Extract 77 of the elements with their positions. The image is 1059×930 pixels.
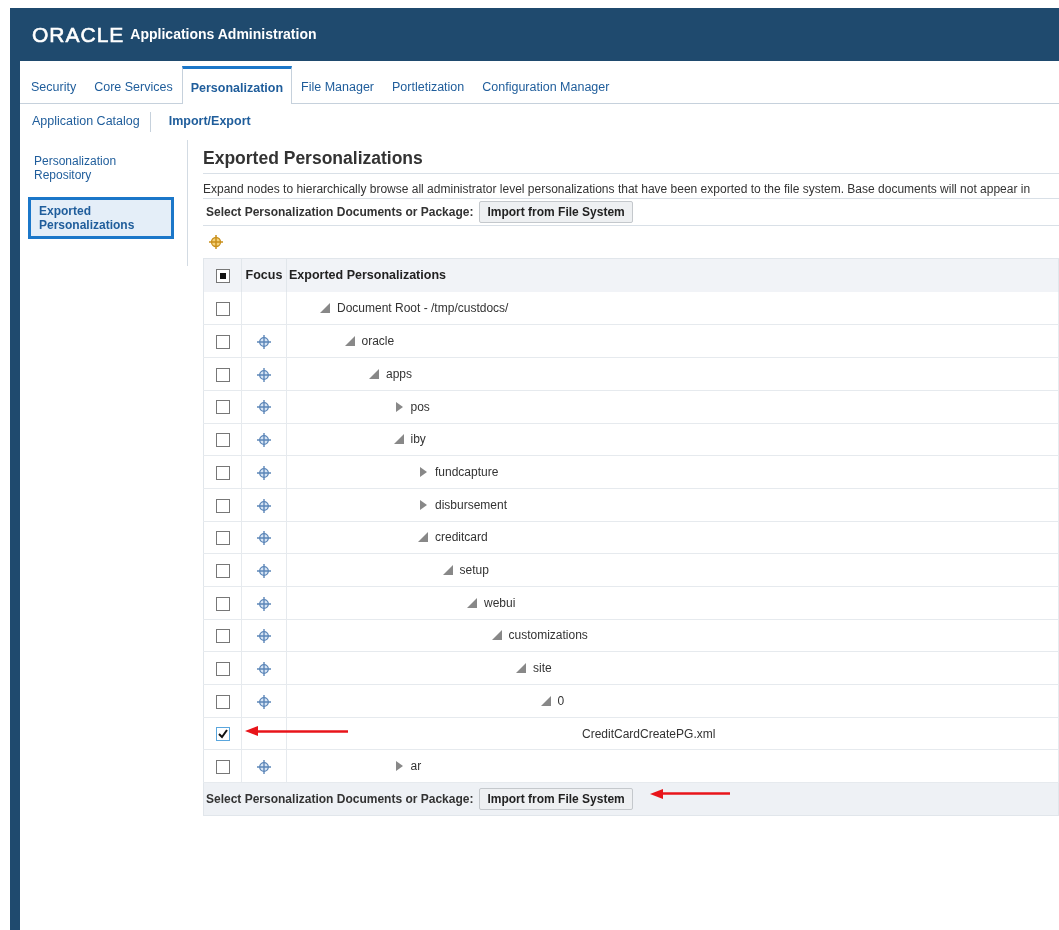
- tree-node-label[interactable]: Document Root - /tmp/custdocs/: [337, 299, 509, 318]
- checkbox[interactable]: [215, 400, 230, 415]
- tree-node-label[interactable]: setup: [459, 561, 489, 580]
- import-button[interactable]: Import from File System: [479, 200, 633, 223]
- toolbar-label: Select Personalization Documents or Package:: [206, 791, 474, 809]
- sidebar-item[interactable]: Personalization Repository: [28, 153, 182, 183]
- tree-node-label[interactable]: ar: [410, 757, 422, 776]
- focus-icon[interactable]: [256, 497, 272, 514]
- focus-icon[interactable]: [256, 693, 272, 710]
- focus-icon[interactable]: [256, 628, 272, 645]
- tree-node-label[interactable]: 0: [557, 691, 565, 710]
- focus-icon[interactable]: [256, 595, 272, 612]
- oracle-logo: ORACLE: [32, 21, 125, 48]
- checkbox[interactable]: [215, 760, 230, 775]
- tree-node-label[interactable]: creditcard: [435, 528, 488, 547]
- focus-icon[interactable]: [256, 464, 272, 481]
- expand-icon[interactable]: [417, 466, 429, 479]
- checkbox[interactable]: [215, 563, 230, 578]
- tree-node-label[interactable]: iby: [410, 430, 426, 449]
- collapse-icon[interactable]: [392, 433, 405, 446]
- toolbar-label: Select Personalization Documents or Package:: [206, 203, 474, 221]
- focus-icon[interactable]: [256, 759, 272, 776]
- description-text: Expand nodes to hierarchically browse all administrator level personalizations that have been exported to the file system. Base documents will not appear in: [203, 180, 1032, 198]
- checkbox[interactable]: [215, 302, 230, 317]
- nav-tab[interactable]: Personalization: [181, 66, 293, 104]
- checkbox[interactable]: [215, 629, 230, 644]
- collapse-icon[interactable]: [343, 335, 356, 348]
- checkbox[interactable]: [215, 596, 230, 611]
- tree-node-label[interactable]: disbursement: [435, 495, 508, 514]
- page-title: Exported Personalizations: [203, 147, 1059, 174]
- checkbox[interactable]: [215, 465, 230, 480]
- checkbox[interactable]: [215, 433, 230, 448]
- focus-icon[interactable]: [256, 562, 272, 579]
- checkbox[interactable]: [215, 531, 230, 546]
- collapse-icon[interactable]: [319, 302, 331, 315]
- collapse-icon[interactable]: [368, 367, 380, 380]
- tree-node-label[interactable]: pos: [410, 397, 430, 416]
- app-title: Applications Administration: [130, 25, 317, 44]
- focus-icon[interactable]: [256, 399, 272, 416]
- checkbox[interactable]: [215, 694, 230, 709]
- checkbox[interactable]: [215, 367, 230, 382]
- checkbox[interactable]: [215, 727, 230, 742]
- column-header: Exported Personalizations: [286, 258, 1059, 293]
- tree-node-label[interactable]: fundcapture: [435, 463, 499, 482]
- sidebar-item[interactable]: Exported Personalizations: [28, 196, 174, 240]
- collapse-icon[interactable]: [441, 564, 454, 577]
- subtab-link[interactable]: Import/Export: [168, 112, 261, 132]
- tree-node-label[interactable]: customizations: [508, 626, 588, 645]
- tree-node-label[interactable]: oracle: [361, 332, 395, 351]
- column-header: Focus: [241, 258, 287, 293]
- checkbox[interactable]: [215, 335, 230, 350]
- tree-node-label[interactable]: apps: [386, 364, 413, 383]
- focus-icon[interactable]: [208, 233, 224, 250]
- tree-node-label[interactable]: site: [533, 659, 552, 678]
- nav-tab[interactable]: Core Services: [85, 65, 182, 103]
- checkbox[interactable]: [215, 268, 230, 283]
- nav-tab[interactable]: Configuration Manager: [473, 65, 619, 103]
- focus-icon[interactable]: [256, 432, 272, 449]
- checkbox[interactable]: [215, 662, 230, 676]
- tree-node-label[interactable]: webui: [484, 593, 516, 612]
- focus-icon[interactable]: [256, 661, 272, 677]
- collapse-icon[interactable]: [490, 629, 503, 642]
- subtab-link[interactable]: Application Catalog: [32, 112, 150, 132]
- nav-tab[interactable]: Security: [22, 65, 86, 103]
- import-button[interactable]: Import from File System: [479, 788, 633, 811]
- focus-icon[interactable]: [256, 530, 272, 547]
- checkbox[interactable]: [215, 498, 230, 513]
- collapse-icon[interactable]: [466, 596, 478, 609]
- nav-tab[interactable]: File Manager: [292, 65, 383, 103]
- file-name[interactable]: CreditCardCreatePG.xml: [582, 724, 716, 743]
- collapse-icon[interactable]: [539, 694, 552, 707]
- collapse-icon[interactable]: [515, 662, 527, 675]
- focus-icon[interactable]: [256, 366, 272, 383]
- focus-icon[interactable]: [256, 334, 272, 351]
- nav-tab[interactable]: Portletization: [383, 65, 474, 103]
- expand-icon[interactable]: [417, 498, 429, 511]
- collapse-icon[interactable]: [417, 531, 429, 544]
